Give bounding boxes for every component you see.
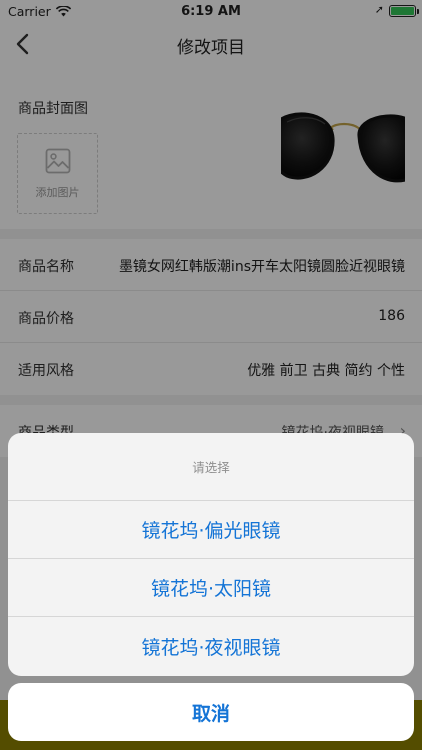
action-sheet-title: 请选择 xyxy=(8,433,414,501)
option-sunglasses[interactable]: 镜花坞·太阳镜 xyxy=(8,559,414,617)
cancel-button[interactable]: 取消 xyxy=(8,683,414,741)
action-sheet: 请选择 镜花坞·偏光眼镜 镜花坞·太阳镜 镜花坞·夜视眼镜 xyxy=(8,433,414,676)
option-night-vision-glasses[interactable]: 镜花坞·夜视眼镜 xyxy=(8,617,414,675)
option-polarized-glasses[interactable]: 镜花坞·偏光眼镜 xyxy=(8,501,414,559)
